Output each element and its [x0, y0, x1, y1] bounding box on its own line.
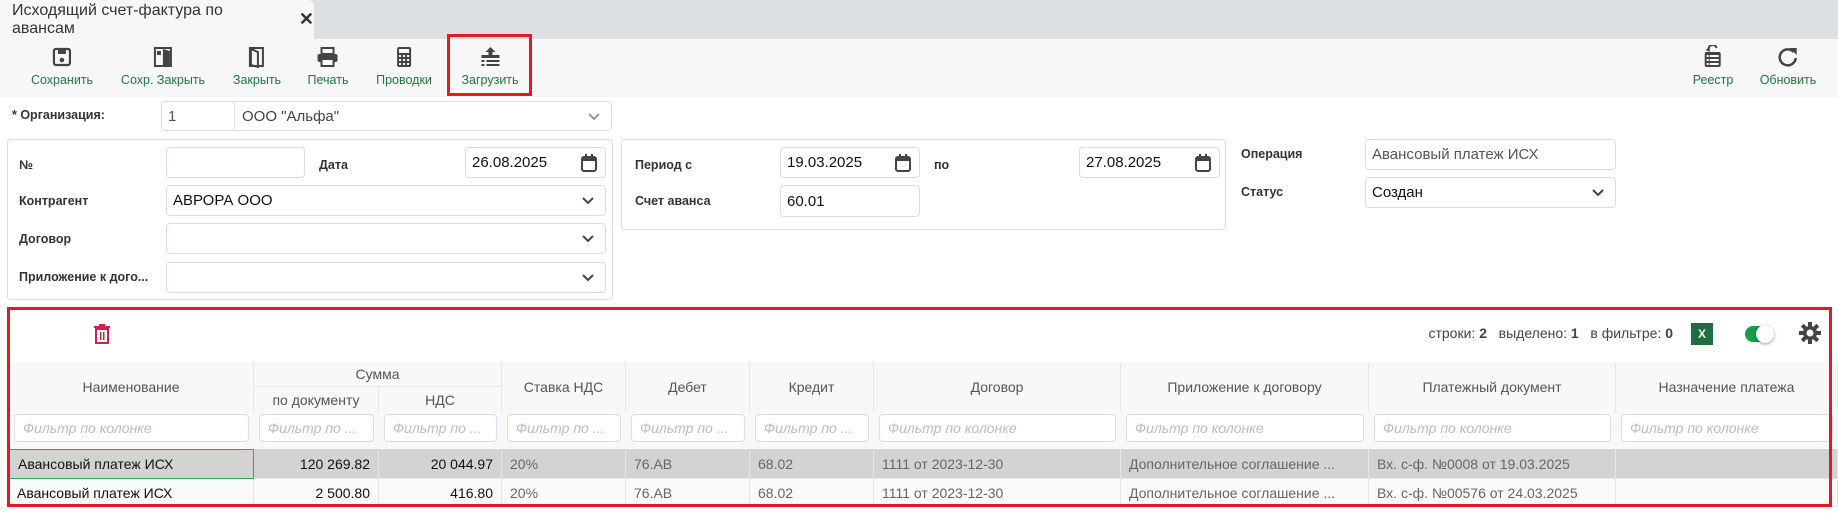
period-to-label: по [934, 158, 950, 172]
chevron-down-icon [581, 193, 595, 211]
org-select[interactable]: 1 ООО "Альфа" [161, 101, 612, 131]
tab-title: Исходящий счет-фактура по авансам [12, 1, 223, 37]
counterparty-value: АВРОРА ООО [173, 192, 273, 209]
refresh-button[interactable]: Обновить [1760, 45, 1816, 87]
postings-button[interactable]: Проводки [376, 45, 432, 87]
org-label: * Организация: [12, 108, 105, 122]
door-save-icon [151, 45, 175, 69]
calendar-icon[interactable] [1195, 154, 1211, 176]
counterparty-label: Контрагент [19, 194, 89, 208]
period-to-input[interactable]: 27.08.2025 [1079, 147, 1220, 178]
print-button[interactable]: Печать [308, 45, 348, 87]
chevron-down-icon [1591, 185, 1605, 203]
period-from-input[interactable]: 19.03.2025 [780, 147, 920, 178]
upload-icon [478, 45, 502, 69]
chevron-down-icon [587, 109, 601, 127]
status-value: Создан [1372, 184, 1423, 201]
upload-button[interactable]: Загрузить [461, 45, 519, 87]
date-label: Дата [319, 158, 348, 172]
registry-icon [1701, 45, 1725, 69]
chevron-down-icon [581, 270, 595, 288]
calendar-icon[interactable] [581, 154, 597, 176]
grid-highlight [7, 307, 1832, 507]
annex-select[interactable] [166, 262, 606, 293]
date-input[interactable]: 26.08.2025 [465, 147, 606, 178]
contract-label: Договор [19, 232, 72, 246]
period-to-value: 27.08.2025 [1086, 154, 1162, 171]
close-tab-icon[interactable]: ✕ [299, 9, 314, 30]
number-input[interactable] [166, 147, 305, 178]
calculator-icon [392, 45, 416, 69]
refresh-icon [1776, 45, 1800, 69]
save-button[interactable]: Сохранить [31, 45, 93, 87]
period-from-value: 19.03.2025 [787, 154, 863, 171]
advance-account-input[interactable]: 60.01 [780, 185, 920, 217]
calendar-icon[interactable] [895, 154, 911, 176]
printer-icon [316, 45, 340, 69]
operation-input[interactable]: Авансовый платеж ИСХ [1365, 139, 1616, 170]
operation-label: Операция [1241, 147, 1303, 161]
status-label: Статус [1241, 185, 1284, 199]
advance-account-label: Счет аванса [635, 194, 711, 208]
status-select[interactable]: Создан [1365, 177, 1616, 208]
tab-document[interactable]: Исходящий счет-фактура по авансам ✕ [0, 0, 314, 39]
door-icon [245, 45, 269, 69]
number-label: № [19, 158, 33, 172]
date-value: 26.08.2025 [472, 154, 548, 171]
period-from-label: Период с [635, 158, 693, 172]
save-close-button[interactable]: Сохр. Закрыть [121, 45, 205, 87]
org-name: ООО "Альфа" [242, 107, 340, 125]
counterparty-select[interactable]: АВРОРА ООО [166, 185, 606, 216]
registry-button[interactable]: Реестр [1693, 45, 1733, 87]
chevron-down-icon [581, 231, 595, 249]
annex-label: Приложение к дого... [19, 270, 149, 284]
close-button[interactable]: Закрыть [233, 45, 281, 87]
floppy-icon [50, 45, 74, 69]
org-code: 1 [162, 102, 235, 130]
contract-select[interactable] [166, 223, 606, 254]
